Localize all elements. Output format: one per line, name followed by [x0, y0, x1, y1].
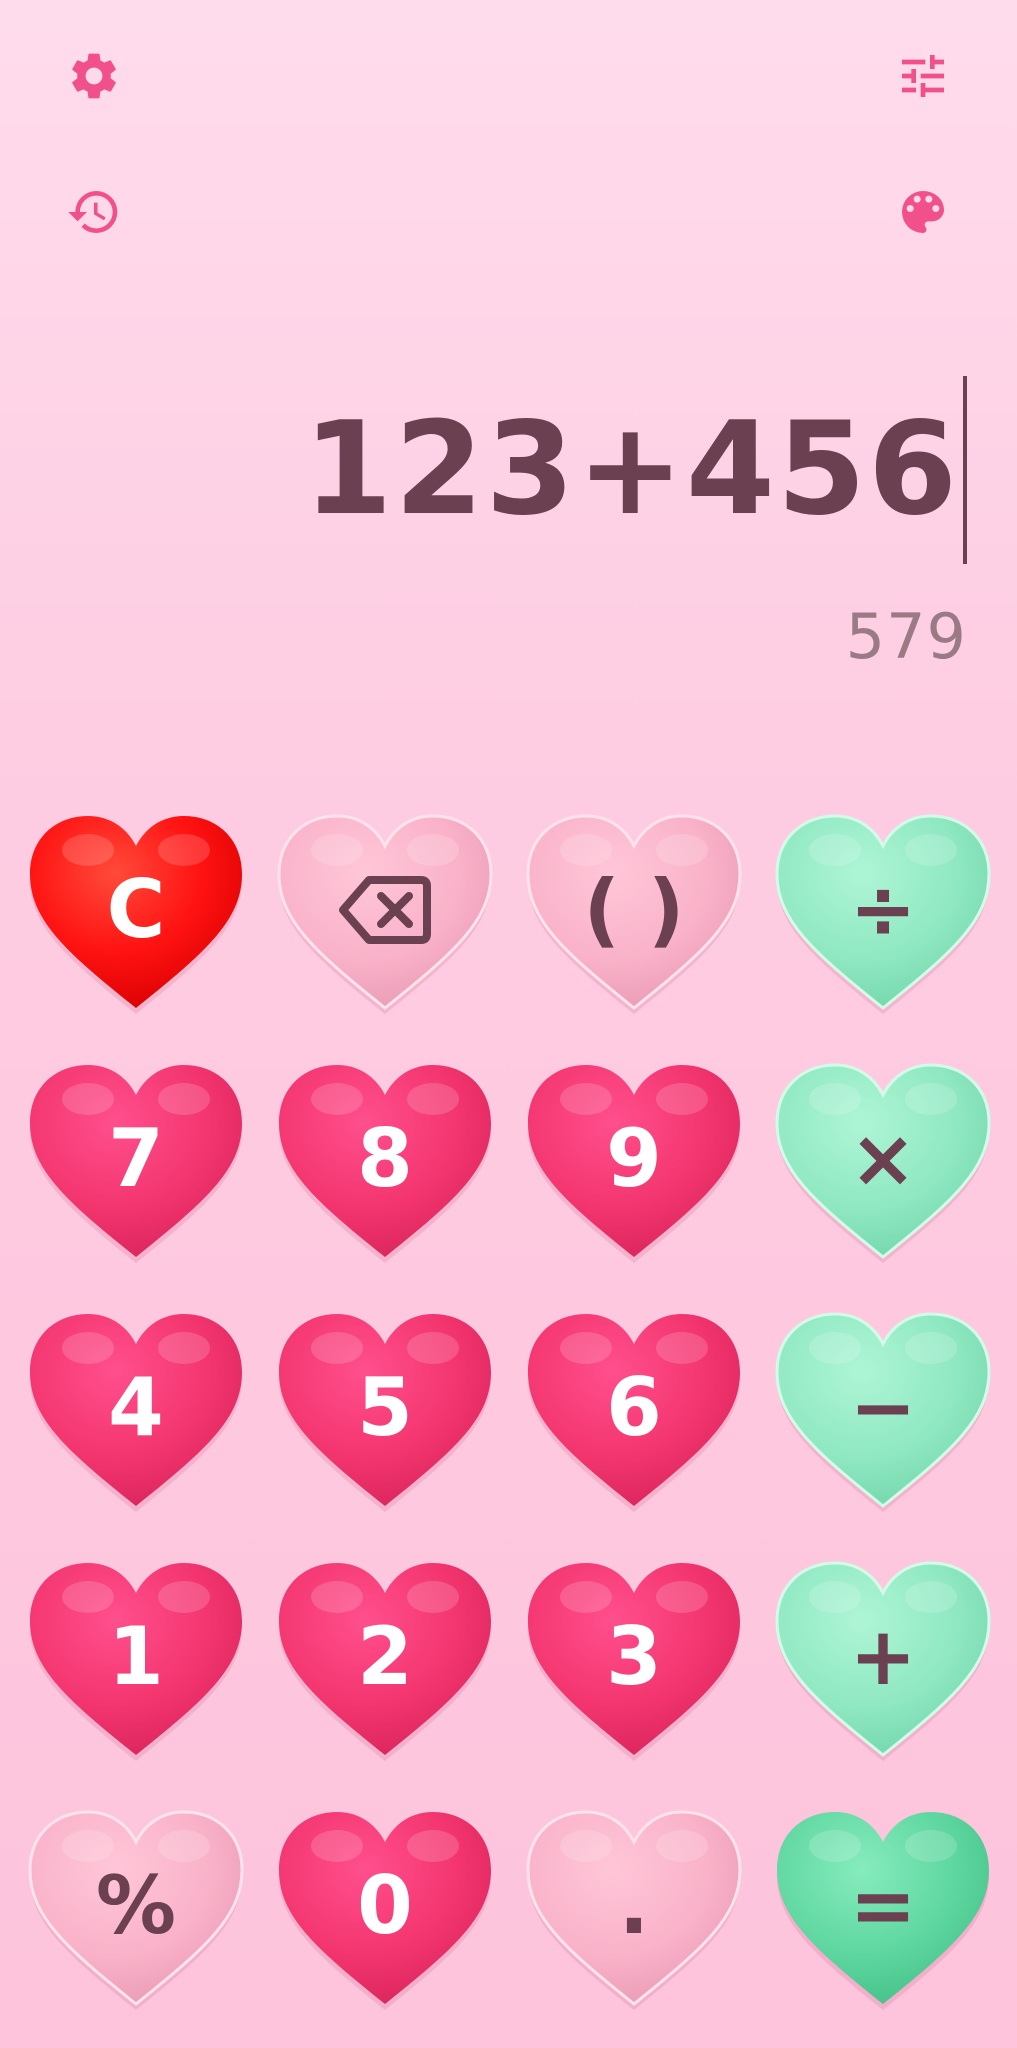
key-9[interactable]: 9: [524, 1061, 744, 1263]
settings-gear-icon-glyph: [72, 53, 116, 99]
heart-shape: [528, 1065, 740, 1263]
history-icon[interactable]: [64, 182, 124, 242]
key-1[interactable]: 1: [26, 1559, 246, 1761]
key-7[interactable]: 7: [26, 1061, 246, 1263]
heart-shape: [526, 814, 742, 1014]
key-backspace[interactable]: [275, 812, 495, 1014]
heart-shape: [528, 1563, 740, 1761]
key-minus[interactable]: −: [773, 1310, 993, 1512]
key-0[interactable]: 0: [275, 1808, 495, 2010]
tune-sliders-icon[interactable]: [893, 46, 953, 106]
heart-shape: [777, 1812, 989, 2010]
expression-text: 123+456: [303, 395, 959, 544]
expression-display[interactable]: 123+456: [303, 370, 967, 570]
palette-icon-glyph: [902, 191, 944, 233]
heart-shape: [775, 1063, 991, 1263]
key-3[interactable]: 3: [524, 1559, 744, 1761]
key-percent[interactable]: %: [26, 1808, 246, 2010]
palette-icon[interactable]: [893, 182, 953, 242]
text-cursor: [963, 376, 967, 564]
key-plus[interactable]: +: [773, 1559, 993, 1761]
heart-shape: [30, 816, 242, 1014]
keypad: C ( ) ÷ 7 8 9 × 4 5 6− 1 2 3 +% 0. =: [26, 812, 996, 2012]
key-parentheses[interactable]: ( ): [524, 812, 744, 1014]
heart-shape: [28, 1810, 244, 2010]
heart-shape: [775, 814, 991, 1014]
history-icon-glyph: [68, 191, 118, 234]
heart-shape: [528, 1314, 740, 1512]
heart-shape: [526, 1810, 742, 2010]
heart-shape: [30, 1314, 242, 1512]
heart-shape: [279, 1563, 491, 1761]
key-multiply[interactable]: ×: [773, 1061, 993, 1263]
settings-gear-icon[interactable]: [64, 46, 124, 106]
key-2[interactable]: 2: [275, 1559, 495, 1761]
key-divide[interactable]: ÷: [773, 812, 993, 1014]
result-preview: 579: [845, 600, 967, 673]
key-clear[interactable]: C: [26, 812, 246, 1014]
key-decimal[interactable]: .: [524, 1808, 744, 2010]
heart-shape: [775, 1561, 991, 1761]
heart-shape: [30, 1065, 242, 1263]
heart-shape: [279, 1065, 491, 1263]
key-8[interactable]: 8: [275, 1061, 495, 1263]
key-4[interactable]: 4: [26, 1310, 246, 1512]
key-5[interactable]: 5: [275, 1310, 495, 1512]
heart-shape: [279, 1314, 491, 1512]
heart-shape: [277, 814, 493, 1014]
tune-sliders-icon-glyph: [902, 55, 944, 97]
heart-shape: [30, 1563, 242, 1761]
heart-shape: [279, 1812, 491, 2010]
key-equals[interactable]: =: [773, 1808, 993, 2010]
key-6[interactable]: 6: [524, 1310, 744, 1512]
heart-shape: [775, 1312, 991, 1512]
